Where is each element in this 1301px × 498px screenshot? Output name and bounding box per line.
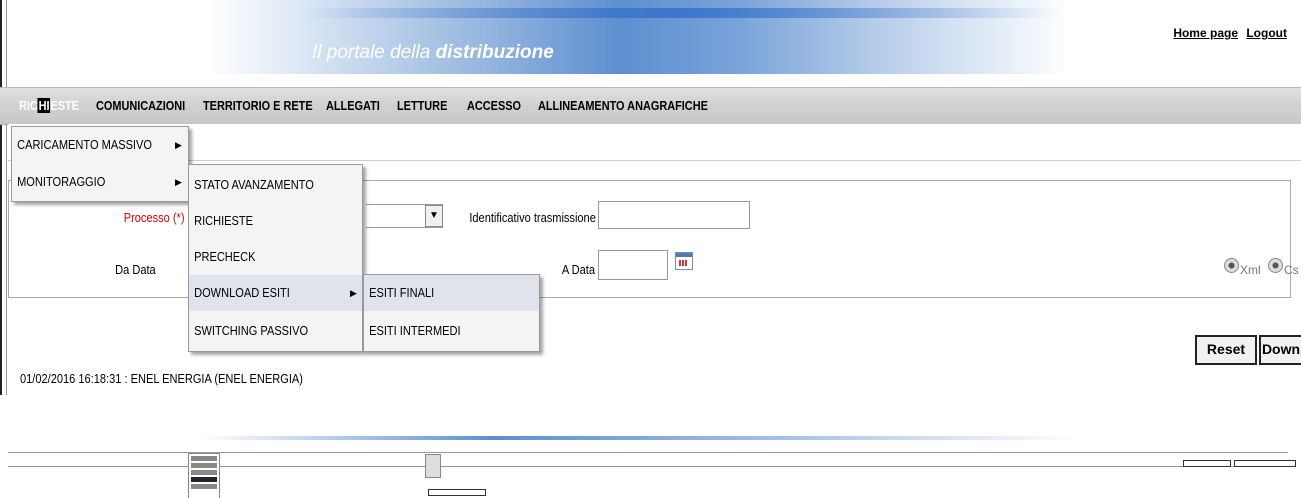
csv-radio[interactable] (1268, 258, 1283, 273)
preview-thumbnail (0, 436, 1301, 498)
dropdown-monitoraggio: STATO AVANZAMENTO RICHIESTE PRECHECK DOW… (188, 164, 363, 352)
home-page-link[interactable]: Home page (1173, 26, 1238, 40)
menu-item-switching-passivo[interactable]: SWITCHING PASSIVO (189, 313, 362, 349)
menu-letture[interactable]: LETTURE (397, 98, 447, 113)
menu-item-caricamento-massivo[interactable]: CARICAMENTO MASSIVO ▶ (12, 127, 188, 163)
download-button[interactable]: Down (1259, 335, 1301, 365)
main-menubar: RICHIESTE COMUNICAZIONI TERRITORIO E RET… (0, 87, 1301, 125)
menu-item-monitoraggio[interactable]: MONITORAGGIO ▶ (12, 164, 188, 200)
menu-item-download-esiti[interactable]: DOWNLOAD ESITI ▶ (189, 275, 362, 311)
menu-territorio-e-rete[interactable]: TERRITORIO E RETE (203, 98, 313, 113)
menu-item-esiti-finali[interactable]: ESITI FINALI (364, 275, 539, 311)
chevron-right-icon: ▶ (175, 140, 182, 150)
portal-title: Il portale della distribuzione (312, 42, 554, 63)
csv-label: Cs (1284, 263, 1299, 277)
dropdown-download-esiti: ESITI FINALI ESITI INTERMEDI (363, 274, 540, 352)
thumb-banner (200, 436, 1080, 440)
identificativo-input[interactable] (598, 201, 750, 229)
sub-area (8, 124, 1301, 161)
dropdown-richieste: CARICAMENTO MASSIVO ▶ MONITORAGGIO ▶ (11, 126, 189, 202)
session-status: 01/02/2016 16:18:31 : ENEL ENERGIA (ENEL… (20, 371, 303, 386)
select-arrow-icon[interactable]: ▼ (425, 205, 443, 227)
a-data-label: A Data (561, 262, 595, 277)
processo-label: Processo (*) (124, 210, 185, 225)
menu-item-precheck[interactable]: PRECHECK (189, 239, 362, 275)
thumb-download (1234, 460, 1296, 467)
menu-item-richieste[interactable]: RICHIESTE (189, 203, 362, 239)
thumb-dropdown (188, 453, 220, 498)
menu-comunicazioni[interactable]: COMUNICAZIONI (96, 98, 185, 113)
logout-link[interactable]: Logout (1246, 26, 1287, 40)
top-links: Home page Logout (1168, 26, 1287, 40)
header-banner-stripe (300, 8, 1060, 18)
xml-radio[interactable] (1224, 258, 1239, 273)
thumb-scroll (425, 454, 441, 478)
identificativo-label: Identificativo trasmissione (469, 210, 596, 225)
menu-allineamento-anagrafiche[interactable]: ALLINEAMENTO ANAGRAFICHE (538, 98, 708, 113)
menu-richieste[interactable]: RICHIESTE (19, 98, 79, 113)
xml-label: Xml (1240, 263, 1261, 277)
menu-allegati[interactable]: ALLEGATI (326, 98, 380, 113)
calendar-icon[interactable] (675, 252, 693, 270)
chevron-right-icon: ▶ (175, 177, 182, 187)
menu-accesso[interactable]: ACCESSO (467, 98, 521, 113)
window-left-border (0, 0, 2, 395)
a-data-input[interactable] (598, 250, 668, 280)
thumb-box (428, 489, 486, 496)
menu-item-stato-avanzamento[interactable]: STATO AVANZAMENTO (189, 167, 362, 203)
thumb-reset (1183, 460, 1231, 467)
menu-item-esiti-intermedi[interactable]: ESITI INTERMEDI (364, 313, 539, 349)
window-left-border-inner (6, 0, 7, 395)
chevron-right-icon: ▶ (350, 288, 357, 298)
da-data-label: Da Data (115, 262, 156, 277)
reset-button[interactable]: Reset (1195, 335, 1257, 365)
